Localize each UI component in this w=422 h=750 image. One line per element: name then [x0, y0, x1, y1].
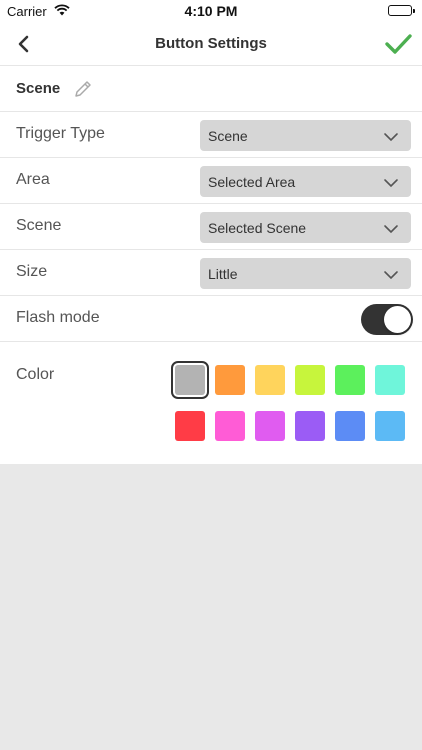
scene-value: Selected Scene [208, 220, 307, 236]
color-swatch[interactable] [295, 411, 325, 441]
status-bar: Carrier 4:10 PM [0, 0, 422, 22]
checkmark-icon[interactable] [382, 28, 414, 60]
area-label: Area [16, 171, 50, 188]
size-select[interactable]: Little [200, 258, 411, 289]
size-value: Little [208, 266, 238, 282]
scene-row: Scene Selected Scene [0, 204, 422, 250]
color-swatch[interactable] [215, 365, 245, 395]
color-swatch[interactable] [255, 411, 285, 441]
area-row: Area Selected Area [0, 158, 422, 204]
chevron-down-icon [383, 222, 399, 234]
size-label: Size [16, 263, 48, 280]
color-swatch[interactable] [295, 365, 325, 395]
flash-mode-label: Flash mode [16, 309, 100, 326]
color-swatch[interactable] [215, 411, 245, 441]
color-swatch[interactable] [375, 411, 405, 441]
page-title: Button Settings [155, 35, 267, 52]
trigger-type-select[interactable]: Scene [200, 120, 411, 151]
trigger-type-row: Trigger Type Scene [0, 112, 422, 158]
flash-mode-row: Flash mode [0, 296, 422, 342]
battery-icon [388, 5, 415, 16]
trigger-type-value: Scene [208, 128, 248, 144]
trigger-type-label: Trigger Type [16, 125, 105, 142]
size-row: Size Little [0, 250, 422, 296]
toggle-knob [384, 306, 411, 333]
color-swatch[interactable] [335, 411, 365, 441]
button-name: Scene [16, 80, 61, 97]
flash-mode-toggle[interactable] [361, 304, 413, 335]
clock: 4:10 PM [184, 3, 238, 19]
scene-label: Scene [16, 217, 62, 234]
chevron-down-icon [383, 130, 399, 142]
color-swatch[interactable] [375, 365, 405, 395]
area-select[interactable]: Selected Area [200, 166, 411, 197]
chevron-down-icon [383, 176, 399, 188]
color-swatch[interactable] [255, 365, 285, 395]
settings-card: Carrier 4:10 PM Button Settings Scene Tr… [0, 0, 422, 464]
color-swatch[interactable] [171, 361, 209, 399]
area-value: Selected Area [208, 174, 296, 190]
nav-bar: Button Settings [0, 22, 422, 66]
color-label: Color [16, 366, 55, 383]
scene-select[interactable]: Selected Scene [200, 212, 411, 243]
color-swatch[interactable] [175, 411, 205, 441]
button-name-row[interactable]: Scene [0, 66, 422, 112]
pencil-icon[interactable] [72, 78, 94, 100]
color-swatch[interactable] [335, 365, 365, 395]
chevron-down-icon [383, 268, 399, 280]
